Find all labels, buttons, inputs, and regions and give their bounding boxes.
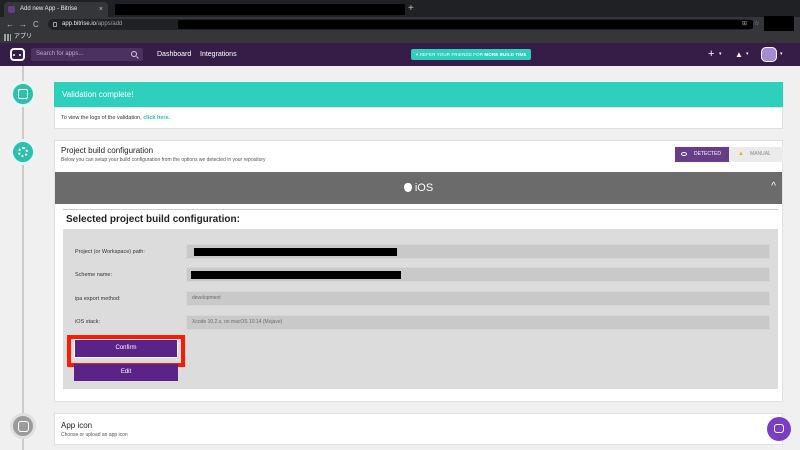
app-icon-step-icon	[17, 420, 29, 432]
refer-friends-banner[interactable]: ♥ REFER YOUR FRIENDS FOR MORE BUILD TIME	[411, 49, 531, 60]
logs-text-row: To view the logs of the validation, clic…	[61, 115, 170, 121]
add-plus-icon[interactable]: +	[708, 43, 714, 66]
edit-button[interactable]: Edit	[74, 364, 178, 381]
apple-icon	[403, 183, 412, 192]
browser-tab[interactable]: Add new App - Bitrise ×	[4, 2, 108, 17]
project-path-label: Project (or Workspace) path:	[75, 249, 145, 255]
address-bar[interactable]: app.bitrise.io/apps/add	[48, 19, 753, 30]
redacted-scheme-name	[191, 271, 401, 279]
search-placeholder: Search for apps...	[36, 51, 84, 57]
reload-icon[interactable]: C	[33, 17, 39, 32]
translate-icon[interactable]: ⊞	[742, 20, 747, 29]
logs-link[interactable]: click here.	[143, 115, 170, 121]
bitrise-favicon-icon	[8, 6, 15, 13]
apps-grid-icon[interactable]	[4, 34, 11, 41]
forward-icon[interactable]: →	[19, 17, 27, 32]
search-input[interactable]: Search for apps...	[31, 48, 143, 61]
logs-text: To view the logs of the validation,	[61, 115, 144, 121]
notification-bell-icon[interactable]: ▲	[735, 43, 743, 66]
redacted-project-path	[194, 248, 397, 256]
selected-config-title: Selected project build configuration:	[63, 209, 778, 229]
build-config-title: Project build configuration	[61, 146, 154, 155]
tab-title: Add new App - Bitrise	[20, 6, 78, 12]
avatar[interactable]	[761, 47, 777, 62]
platform-label: iOS	[414, 182, 434, 194]
manual-toggle[interactable]: ▲ MANUAL	[729, 147, 783, 162]
app-icon-subtitle: Choose or upload an app icon	[61, 432, 128, 438]
new-tab-button[interactable]: +	[408, 2, 414, 15]
url-host: app.bitrise.io	[62, 21, 97, 27]
plus-caret-icon[interactable]: ▾	[719, 43, 722, 66]
bitrise-header: Search for apps... Dashboard Integration…	[0, 43, 800, 66]
confirm-highlight-box	[67, 335, 185, 367]
app-icon-title: App icon	[61, 421, 93, 430]
bookmarks-bar: アプリ	[0, 32, 800, 43]
refer-bold: MORE BUILD TIME	[484, 52, 527, 57]
browser-tab-bar: Add new App - Bitrise × +	[0, 0, 800, 17]
repository-icon	[18, 89, 28, 99]
progress-timeline	[22, 66, 24, 450]
manual-label: MANUAL	[750, 151, 771, 157]
scheme-name-label: Scheme name:	[75, 272, 112, 278]
detected-toggle[interactable]: DETECTED	[675, 147, 729, 162]
bell-caret-icon[interactable]: ▾	[746, 43, 749, 66]
build-config-subtitle: Below you can setup your build configura…	[61, 157, 266, 163]
nav-dashboard[interactable]: Dashboard	[157, 43, 191, 66]
redacted-tabs	[115, 4, 405, 15]
chevron-up-icon[interactable]: ^	[771, 172, 776, 202]
search-icon	[131, 51, 137, 57]
redacted-area	[178, 20, 753, 29]
refer-text: REFER YOUR FRIENDS FOR	[419, 52, 485, 57]
bookmark-star-icon[interactable]: ☆	[754, 20, 759, 29]
eye-icon	[681, 152, 687, 156]
redacted-profile	[764, 16, 794, 31]
chat-button[interactable]	[767, 417, 791, 441]
lock-icon	[53, 22, 57, 27]
project-path-field	[186, 244, 770, 259]
detected-label: DETECTED	[694, 151, 721, 157]
warning-icon: ▲	[738, 151, 744, 157]
bitrise-logo-icon[interactable]	[10, 48, 25, 61]
browser-toolbar: ← → C app.bitrise.io/apps/add ⊞ ☆	[0, 17, 800, 32]
chat-icon	[774, 424, 784, 433]
ios-platform-header[interactable]: iOS ^	[55, 172, 782, 204]
step-build-config	[10, 139, 36, 165]
ios-stack-field: Xcode 10.2.x, on macOS 10.14 (Mojave)	[186, 315, 770, 330]
step-app-icon	[10, 413, 36, 439]
nav-integrations[interactable]: Integrations	[200, 43, 237, 66]
export-method-label: ipa export method:	[75, 296, 121, 302]
gear-icon	[18, 147, 28, 157]
step-validation	[10, 81, 36, 107]
validation-logs-card: To view the logs of the validation, clic…	[54, 107, 783, 129]
app-icon-card: App icon Choose or upload an app icon	[54, 413, 783, 445]
avatar-caret-icon[interactable]: ▾	[780, 43, 783, 66]
validation-banner: Validation complete!	[54, 82, 783, 107]
url-path: /apps/add	[96, 21, 123, 27]
back-icon[interactable]: ←	[6, 17, 14, 32]
bookmark-apps[interactable]: アプリ	[14, 32, 32, 43]
export-method-field: development	[186, 291, 770, 306]
scheme-name-field	[186, 267, 770, 282]
ios-stack-label: iOS stack:	[75, 319, 101, 325]
tab-close-icon[interactable]: ×	[99, 2, 103, 17]
